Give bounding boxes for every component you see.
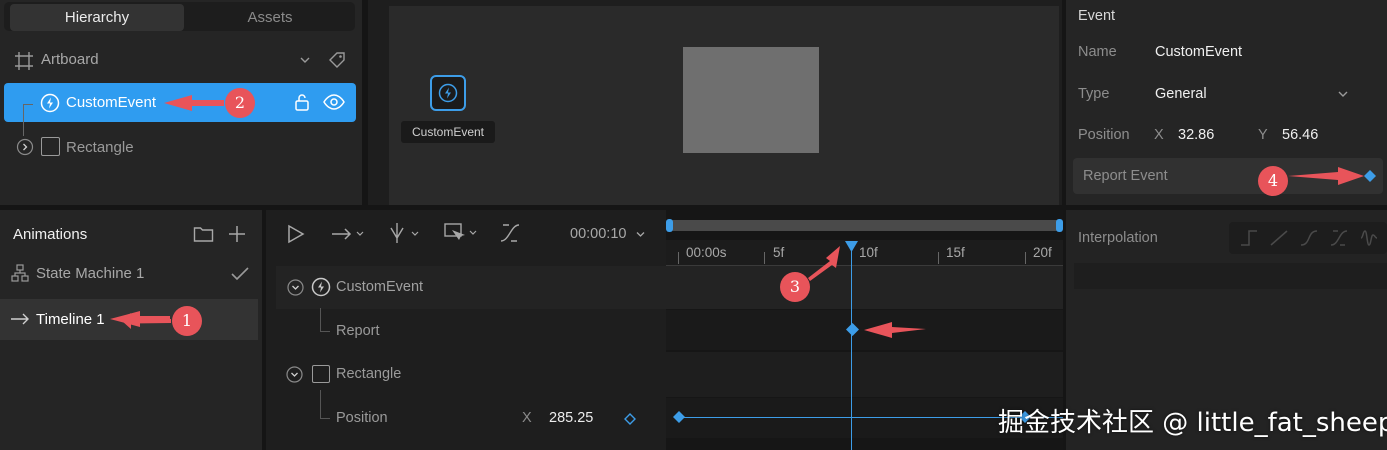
annotation-badge: 3 (780, 272, 810, 302)
annotation-badge: 4 (1258, 166, 1288, 196)
annotation-arrows (110, 95, 1364, 338)
annotation-badge: 1 (172, 306, 202, 336)
watermark: 掘金技术社区 @ little_fat_sheep (998, 408, 1387, 438)
annotation-badge: 2 (225, 88, 255, 118)
